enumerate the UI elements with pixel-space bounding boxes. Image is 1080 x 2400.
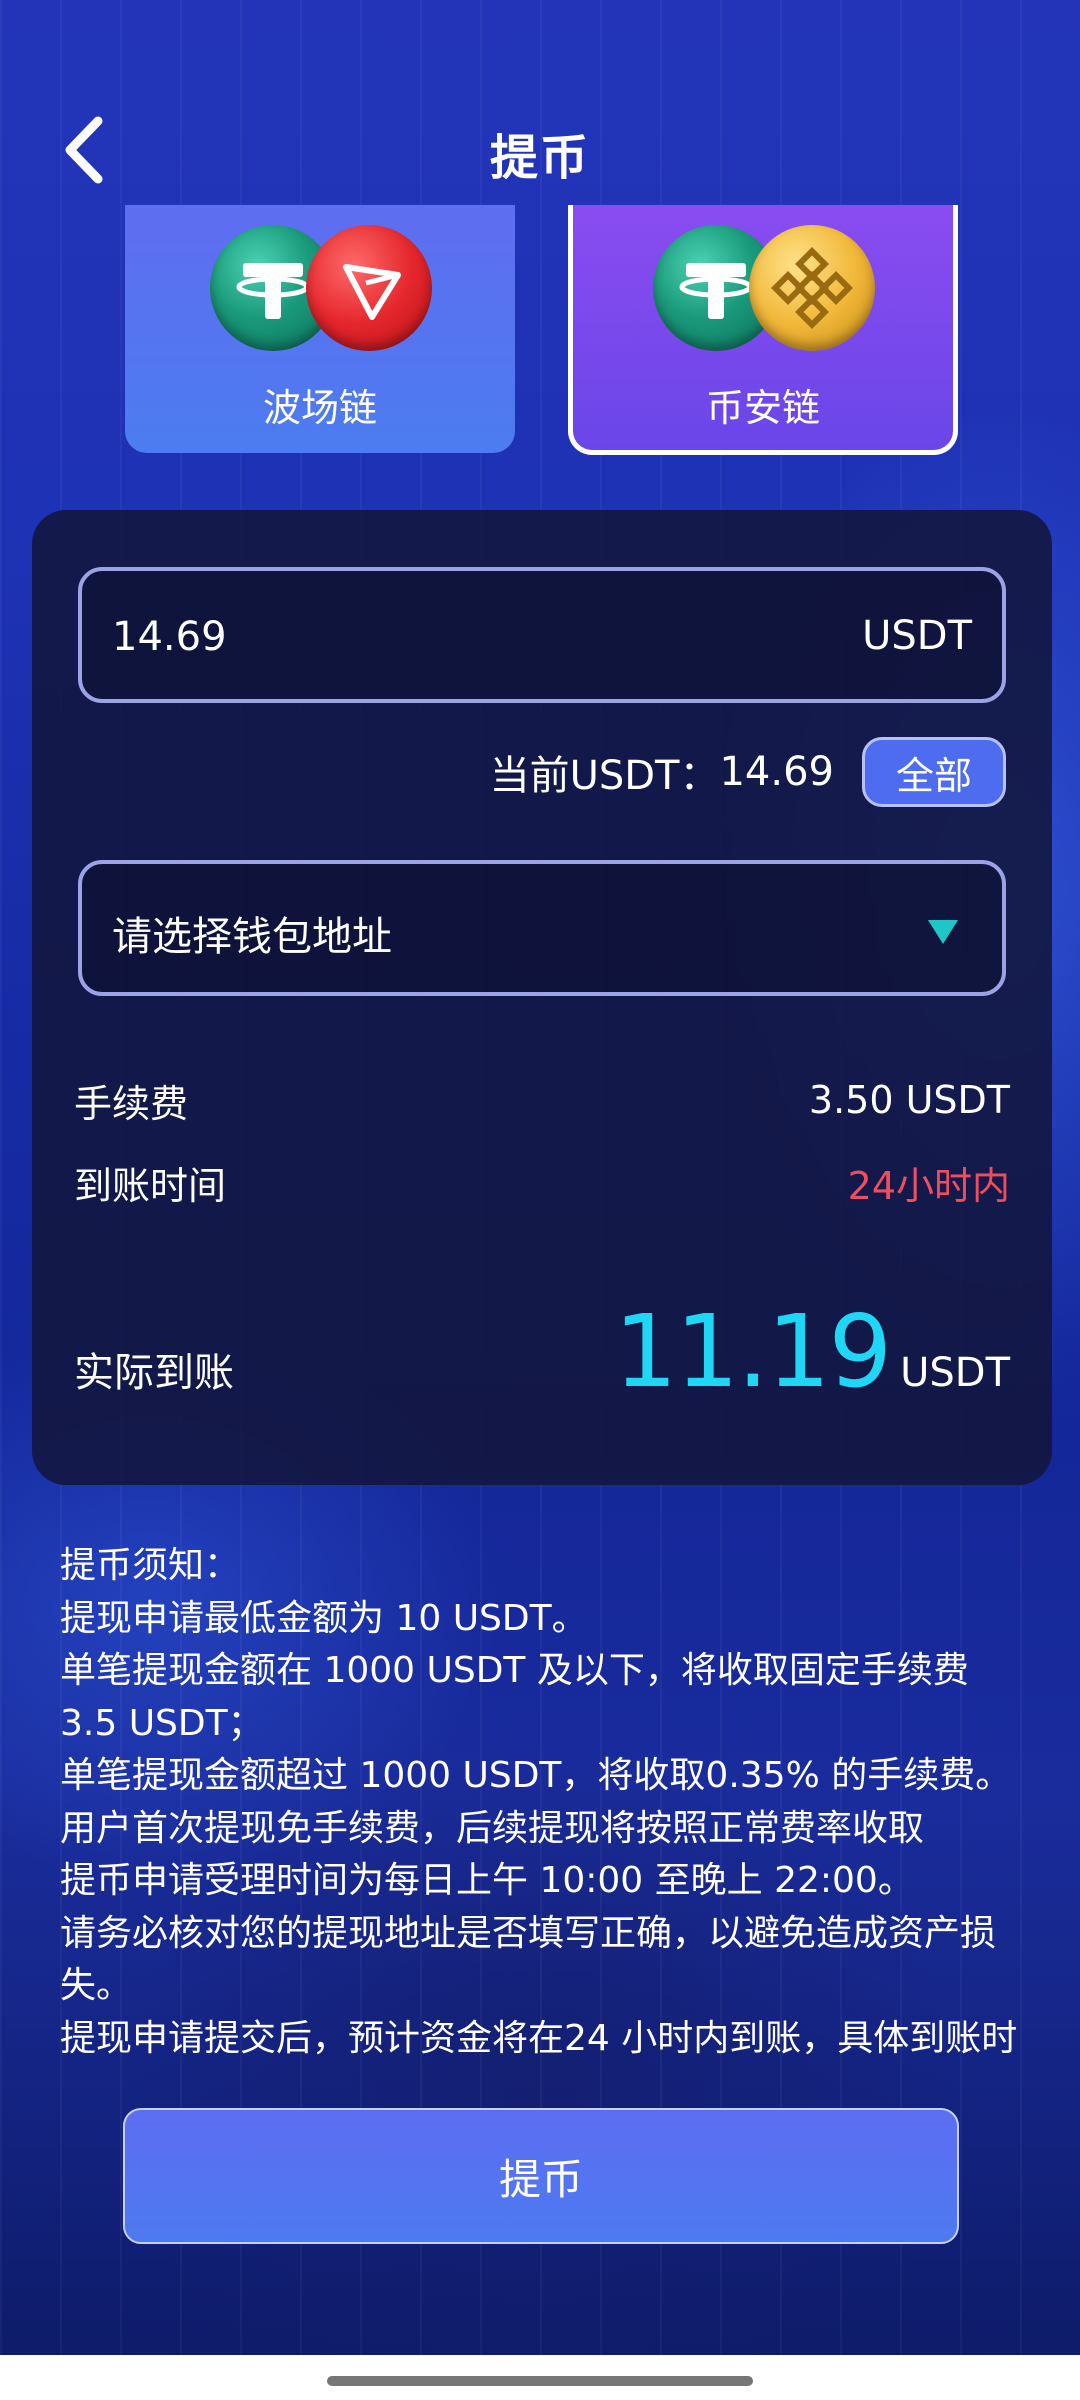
fee-row: 手续费 3.50 USDT xyxy=(74,1070,1010,1130)
actual-amount-label: 实际到账 xyxy=(74,1350,234,1396)
chain-option-tron[interactable]: 波场链 xyxy=(125,205,515,453)
notice-line: 提现申请提交后，预计资金将在24 小时内到账，具体到账时 xyxy=(60,2017,1018,2059)
header: 提币 xyxy=(0,100,1080,200)
notice-title: 提币须知： xyxy=(60,1545,241,1586)
actual-amount: 11.19 USDT xyxy=(614,1293,1010,1410)
actual-amount-unit: USDT xyxy=(900,1350,1010,1396)
wallet-address-select[interactable]: 请选择钱包地址 xyxy=(78,860,1006,996)
amount-field[interactable]: USDT xyxy=(78,567,1006,703)
bnb-coin-icon xyxy=(749,225,875,351)
notice-line: 提币申请受理时间为每日上午 10:00 至晚上 22:00。 xyxy=(60,1860,914,1901)
withdraw-form-card: USDT 当前USDT： 14.69 全部 请选择钱包地址 手续费 3.50 U… xyxy=(32,510,1052,1485)
arrival-time-row: 到账时间 24小时内 xyxy=(74,1152,1010,1212)
arrival-time-label: 到账时间 xyxy=(74,1163,227,1208)
notice-line: 提现申请最低金额为 10 USDT。 xyxy=(60,1597,588,1639)
actual-amount-value: 11.19 xyxy=(613,1293,892,1410)
caret-down-icon xyxy=(928,920,958,944)
notice-line: 请务必核对您的提现地址是否填写正确，以避免造成资产损失。 xyxy=(60,1912,997,2007)
balance-label: 当前USDT： xyxy=(489,753,720,799)
arrival-time-value: 24小时内 xyxy=(847,1163,1010,1208)
coin-pair xyxy=(653,225,875,355)
actual-amount-row: 实际到账 11.19 USDT xyxy=(74,1290,1010,1410)
fee-value: 3.50 USDT xyxy=(808,1078,1010,1122)
amount-unit: USDT xyxy=(862,613,972,659)
withdraw-notice: 提币须知： 提现申请最低金额为 10 USDT。 单笔提现金额在 1000 US… xyxy=(60,1540,1030,2065)
chain-label-tron: 波场链 xyxy=(262,386,377,430)
amount-input[interactable] xyxy=(110,601,714,673)
page-title: 提币 xyxy=(489,130,590,186)
coin-pair xyxy=(210,225,432,355)
chain-label-bsc: 币安链 xyxy=(705,386,820,430)
wallet-address-placeholder: 请选择钱包地址 xyxy=(112,914,392,960)
notice-line: 单笔提现金额超过 1000 USDT，将收取0.35% 的手续费。 xyxy=(60,1755,1012,1796)
withdraw-all-button[interactable]: 全部 xyxy=(862,737,1006,807)
tron-coin-icon xyxy=(306,225,432,351)
balance-row: 当前USDT： 14.69 全部 xyxy=(490,735,1006,809)
notice-line: 用户首次提现免手续费，后续提现将按照正常费率收取 xyxy=(60,1807,925,1849)
home-indicator[interactable] xyxy=(327,2376,753,2386)
submit-withdraw-button[interactable]: 提币 xyxy=(123,2108,959,2244)
fee-label: 手续费 xyxy=(74,1081,189,1126)
notice-line: 单笔提现金额在 1000 USDT 及以下，将收取固定手续费 3.5 USDT； xyxy=(60,1650,969,1744)
balance-value: 14.69 xyxy=(719,749,834,795)
chain-option-bsc[interactable]: 币安链 xyxy=(568,205,958,455)
